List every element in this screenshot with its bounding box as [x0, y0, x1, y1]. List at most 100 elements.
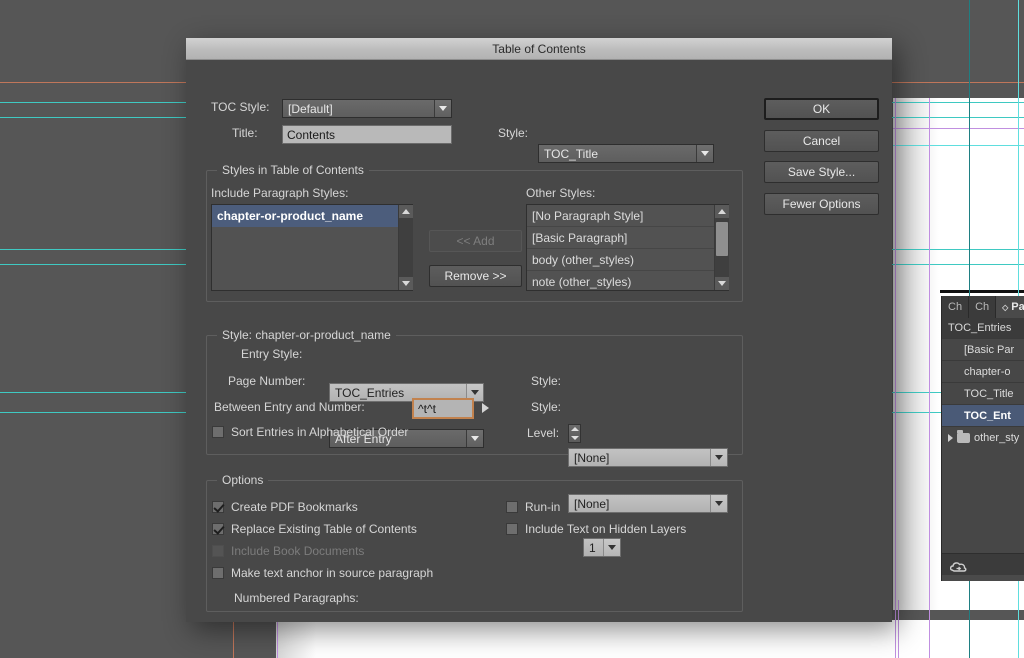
- make-text-anchor-row[interactable]: Make text anchor in source paragraph: [212, 566, 433, 580]
- chevron-down-icon[interactable]: [466, 430, 483, 447]
- list-item[interactable]: [Basic Paragraph]: [527, 227, 714, 249]
- other-styles-label-row: Other Styles:: [526, 186, 595, 200]
- list-item[interactable]: TOC_Title: [942, 382, 1024, 404]
- page-number-style-label-row: Style:: [531, 374, 561, 388]
- panel-tab-row: Ch Ch ◇ Pa: [942, 296, 1024, 318]
- remove-button[interactable]: Remove >>: [429, 265, 522, 287]
- level-label: Level:: [527, 426, 560, 440]
- scroll-down-icon[interactable]: [714, 277, 729, 290]
- styles-in-toc-group-title: Styles in Table of Contents: [217, 163, 369, 177]
- between-entry-input[interactable]: ^t^t: [412, 398, 474, 419]
- other-list-scrollbar[interactable]: [714, 205, 729, 290]
- include-paragraph-styles-list[interactable]: chapter-or-product_name: [211, 204, 413, 291]
- list-item[interactable]: note (other_styles): [527, 271, 714, 290]
- list-item-selected[interactable]: TOC_Ent: [942, 404, 1024, 426]
- list-item[interactable]: [No Paragraph Style]: [527, 205, 714, 227]
- scroll-thumb[interactable]: [715, 222, 728, 256]
- disclosure-triangle-icon[interactable]: [948, 433, 953, 442]
- replace-existing-toc-row[interactable]: Replace Existing Table of Contents: [212, 522, 417, 536]
- between-style-label: Style:: [531, 400, 562, 414]
- panel-tab-character-styles-2[interactable]: Ch: [969, 296, 997, 318]
- page-number-style-value: [None]: [574, 450, 610, 465]
- include-hidden-layers-row[interactable]: Include Text on Hidden Layers: [506, 522, 686, 536]
- folder-icon: [957, 429, 970, 443]
- chevron-down-icon[interactable]: [710, 449, 727, 466]
- include-book-documents-checkbox: [212, 545, 224, 557]
- list-item-folder[interactable]: other_sty: [942, 426, 1024, 448]
- between-entry-label: Between Entry and Number:: [214, 400, 365, 414]
- sort-entries-label: Sort Entries in Alphabetical Order: [231, 425, 409, 439]
- numbered-paragraphs-label: Numbered Paragraphs:: [234, 591, 359, 605]
- panel-bottom-strip: [942, 575, 1024, 581]
- entry-style-label-row: Entry Style:: [241, 347, 302, 361]
- cancel-button[interactable]: Cancel: [764, 130, 879, 152]
- create-pdf-bookmarks-row[interactable]: Create PDF Bookmarks: [212, 500, 358, 514]
- other-styles-list[interactable]: [No Paragraph Style] [Basic Paragraph] b…: [526, 204, 729, 291]
- paragraph-styles-panel[interactable]: Ch Ch ◇ Pa TOC_Entries [Basic Par chapte…: [941, 296, 1024, 581]
- replace-existing-toc-label: Replace Existing Table of Contents: [231, 522, 417, 536]
- between-style-label-row: Style:: [531, 400, 561, 414]
- other-styles-label: Other Styles:: [526, 186, 596, 200]
- chevron-down-icon[interactable]: [434, 100, 451, 117]
- include-hidden-layers-checkbox[interactable]: [506, 523, 518, 535]
- guide-margin-vertical: [233, 620, 234, 658]
- page-number-style-dropdown[interactable]: [None]: [568, 448, 728, 467]
- toc-style-row: TOC Style:: [211, 100, 269, 114]
- include-book-documents-label: Include Book Documents: [231, 544, 365, 558]
- entry-style-label: Entry Style:: [241, 347, 303, 361]
- scroll-up-icon[interactable]: [714, 205, 729, 218]
- stepper-down-icon[interactable]: [570, 435, 579, 440]
- ok-button[interactable]: OK: [764, 98, 879, 120]
- create-pdf-bookmarks-checkbox[interactable]: [212, 501, 224, 513]
- entry-style-value: TOC_Entries: [335, 385, 405, 400]
- run-in-label: Run-in: [525, 500, 561, 514]
- include-book-documents-row: Include Book Documents: [212, 544, 364, 558]
- list-item[interactable]: body (other_styles): [527, 249, 714, 271]
- sort-entries-checkbox-row[interactable]: Sort Entries in Alphabetical Order: [212, 425, 408, 439]
- run-in-row[interactable]: Run-in: [506, 500, 560, 514]
- include-list-scrollbar[interactable]: [398, 205, 413, 290]
- numbered-paragraphs-label-row: Numbered Paragraphs:: [234, 591, 359, 605]
- dialog-body: TOC Style: [Default] Title: Contents Sty…: [186, 60, 892, 622]
- save-style-button[interactable]: Save Style...: [764, 161, 879, 183]
- title-input-value: Contents: [287, 127, 336, 142]
- title-label: Title:: [232, 126, 258, 140]
- run-in-checkbox[interactable]: [506, 501, 518, 513]
- scroll-down-icon[interactable]: [398, 277, 413, 290]
- level-stepper[interactable]: [568, 424, 581, 443]
- include-paragraph-styles-label: Include Paragraph Styles:: [211, 186, 349, 200]
- fewer-options-button[interactable]: Fewer Options: [764, 193, 879, 215]
- between-entry-value: ^t^t: [418, 401, 436, 416]
- create-pdf-bookmarks-label: Create PDF Bookmarks: [231, 500, 358, 514]
- page-edge-shadow-bottom: [276, 620, 316, 658]
- dialog-title: Table of Contents: [492, 41, 586, 56]
- new-style-group-icon[interactable]: [950, 561, 967, 574]
- other-list-items: [No Paragraph Style] [Basic Paragraph] b…: [527, 205, 714, 290]
- scroll-track[interactable]: [398, 218, 413, 277]
- insert-special-character-icon[interactable]: [482, 403, 489, 413]
- dialog-titlebar[interactable]: Table of Contents: [186, 38, 892, 60]
- cancel-button-label: Cancel: [802, 134, 841, 148]
- toc-style-dropdown[interactable]: [Default]: [282, 99, 452, 118]
- remove-button-label: Remove >>: [444, 269, 507, 283]
- save-style-button-label: Save Style...: [787, 165, 856, 179]
- title-style-value: TOC_Title: [544, 146, 599, 161]
- chevron-down-icon[interactable]: [696, 145, 713, 162]
- add-button[interactable]: << Add: [429, 230, 522, 252]
- replace-existing-toc-checkbox[interactable]: [212, 523, 224, 535]
- panel-tab-character-styles[interactable]: Ch: [942, 296, 970, 318]
- list-item[interactable]: chapter-o: [942, 360, 1024, 382]
- page-number-label-row: Page Number:: [228, 374, 305, 388]
- make-text-anchor-checkbox[interactable]: [212, 567, 224, 579]
- scroll-track[interactable]: [714, 218, 729, 277]
- title-style-dropdown[interactable]: TOC_Title: [538, 144, 714, 163]
- stepper-up-icon[interactable]: [570, 427, 579, 432]
- scroll-up-icon[interactable]: [398, 205, 413, 218]
- level-label-row: Level:: [527, 426, 559, 440]
- panel-tab-paragraph-styles[interactable]: ◇ Pa: [996, 296, 1024, 318]
- paragraph-styles-list[interactable]: [Basic Par chapter-o TOC_Title TOC_Ent o…: [942, 338, 1024, 558]
- sort-entries-checkbox[interactable]: [212, 426, 224, 438]
- title-input[interactable]: Contents: [282, 125, 452, 144]
- list-item-selected[interactable]: chapter-or-product_name: [212, 205, 398, 227]
- list-item[interactable]: [Basic Par: [942, 338, 1024, 360]
